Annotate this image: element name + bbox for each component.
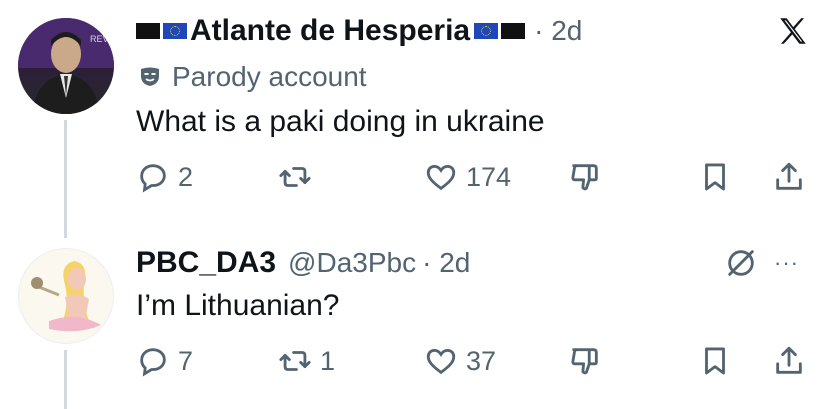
retweet-button[interactable] bbox=[278, 160, 320, 194]
reply-count: 7 bbox=[178, 345, 194, 376]
retweet-count: 1 bbox=[320, 345, 336, 376]
bookmark-icon bbox=[705, 347, 725, 375]
dislike-button[interactable] bbox=[568, 344, 602, 378]
handle[interactable]: @Da3Pbc bbox=[288, 247, 416, 279]
avatar-portrait-icon bbox=[18, 18, 114, 114]
avatar-text: REVO bbox=[90, 34, 114, 44]
timestamp[interactable]: · 2d bbox=[534, 15, 582, 47]
thread-line-bottom bbox=[64, 350, 67, 409]
thread-line-top bbox=[64, 120, 67, 238]
mask-icon bbox=[141, 67, 159, 86]
heart-icon bbox=[426, 164, 456, 191]
heart-icon bbox=[426, 348, 456, 375]
share-button[interactable] bbox=[772, 344, 806, 378]
tweet1-header: Atlante de Hesperia · 2d bbox=[136, 12, 582, 50]
more-options-button[interactable]: ··· bbox=[774, 244, 799, 282]
like-button[interactable]: 37 bbox=[424, 344, 496, 378]
tweet-text: What is a paki doing in ukraine bbox=[136, 105, 545, 138]
parody-label-row: Parody account bbox=[138, 60, 367, 94]
share-icon bbox=[776, 346, 802, 374]
thumbs-down-icon bbox=[571, 164, 598, 191]
thumbs-down-icon bbox=[571, 348, 598, 375]
tweet-text: I’m Lithuanian? bbox=[136, 289, 340, 322]
retweet-button[interactable]: 1 bbox=[278, 344, 335, 378]
display-name[interactable]: PBC_DA3 bbox=[136, 246, 276, 280]
share-button[interactable] bbox=[772, 160, 806, 194]
retweet-icon bbox=[279, 351, 311, 371]
avatar[interactable] bbox=[18, 248, 114, 344]
like-button[interactable]: 174 bbox=[424, 160, 511, 194]
bookmark-button[interactable] bbox=[698, 344, 732, 378]
reply-icon bbox=[140, 164, 166, 193]
black-flag-icon bbox=[501, 23, 526, 39]
display-name[interactable]: Atlante de Hesperia bbox=[190, 14, 470, 48]
timestamp[interactable]: · 2d bbox=[422, 247, 470, 279]
like-count: 174 bbox=[466, 161, 512, 192]
dislike-button[interactable] bbox=[568, 160, 602, 194]
share-icon bbox=[776, 162, 802, 190]
like-count: 37 bbox=[466, 345, 497, 376]
retweet-icon bbox=[279, 167, 311, 187]
bookmark-icon bbox=[705, 163, 725, 191]
reply-button[interactable]: 2 bbox=[136, 160, 193, 194]
slashed-circle-icon[interactable] bbox=[724, 246, 758, 280]
x-logo-icon[interactable] bbox=[776, 14, 810, 48]
reply-icon bbox=[140, 348, 166, 377]
avatar-drawing-icon bbox=[31, 261, 101, 332]
reply-button[interactable]: 7 bbox=[136, 344, 193, 378]
eu-flag-icon bbox=[163, 23, 187, 39]
avatar[interactable]: REVO bbox=[18, 18, 114, 114]
black-flag-icon bbox=[136, 23, 160, 39]
parody-label: Parody account bbox=[172, 61, 367, 92]
eu-flag-icon bbox=[474, 23, 499, 39]
bookmark-button[interactable] bbox=[698, 160, 732, 194]
tweet2-header: PBC_DA3 @Da3Pbc · 2d bbox=[136, 244, 470, 282]
reply-count: 2 bbox=[178, 161, 194, 192]
